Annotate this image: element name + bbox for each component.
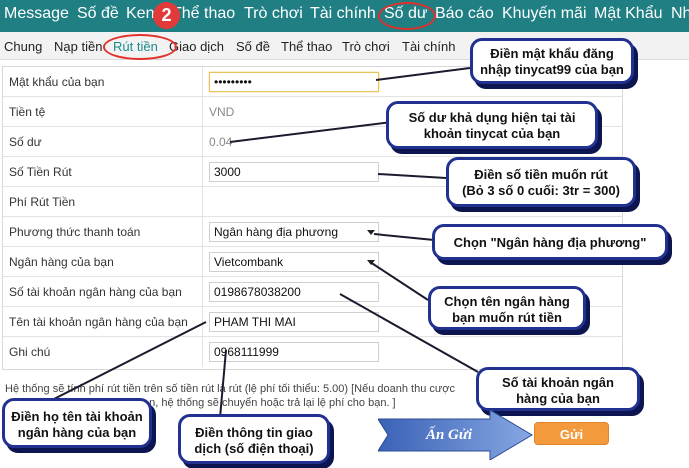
label-fee: Phí Rút Tiền — [9, 195, 76, 209]
label-note: Ghi chú — [9, 345, 51, 359]
bank-value: Vietcombank — [214, 255, 284, 269]
label-method: Phương thức thanh toán — [9, 225, 141, 239]
label-password: Mật khẩu của bạn — [9, 75, 105, 89]
subnav-the-thao[interactable]: Thể thao — [281, 39, 332, 54]
balance-value: 0.04 — [209, 135, 233, 149]
top-nav: Message Số đề Keno Thể thao Trò chơi Tài… — [0, 0, 689, 32]
callout-note: Điền thông tin giao dịch (số điện thoại) — [178, 414, 330, 464]
callout-payment-method: Chọn "Ngân hàng địa phương" — [432, 224, 668, 260]
nav-message[interactable]: Message — [4, 5, 69, 23]
nav-khuyen-mai[interactable]: Khuyến mãi — [502, 5, 587, 23]
subnav-rut-tien[interactable]: Rút tiền — [113, 39, 158, 54]
nav-tro-choi[interactable]: Trò chơi — [244, 5, 303, 23]
nav-so-de[interactable]: Số đề — [77, 5, 119, 23]
label-currency: Tiền tệ — [9, 105, 46, 119]
callout-bank: Chọn tên ngân hàng bạn muốn rút tiền — [428, 286, 586, 330]
amount-field[interactable]: 3000 — [209, 162, 379, 182]
nav-nha[interactable]: Nhà — [671, 5, 689, 23]
row-note: Ghi chú 0968111999 — [3, 337, 622, 367]
currency-value: VND — [209, 105, 235, 119]
password-field[interactable]: ••••••••• — [209, 72, 379, 92]
subnav-chung[interactable]: Chung — [4, 39, 42, 54]
step-badge: 2 — [153, 2, 180, 29]
subnav-tai-chinh[interactable]: Tài chính — [402, 39, 455, 54]
note-field[interactable]: 0968111999 — [209, 342, 379, 362]
label-account-name: Tên tài khoản ngân hàng của bạn — [9, 315, 188, 329]
an-gui-label: Ấn Gửi — [425, 427, 473, 443]
callout-amount: Điền số tiền muốn rút (Bỏ 3 số 0 cuối: 3t… — [446, 157, 636, 207]
subnav-nap-tien[interactable]: Nạp tiền — [54, 39, 102, 54]
label-bank: Ngân hàng của bạn — [9, 255, 114, 269]
label-account-no: Số tài khoản ngân hàng của bạn — [9, 285, 182, 299]
callout-password: Điền mật khẩu đăng nhập tinycat99 của bạn — [470, 38, 634, 84]
chevron-down-icon — [367, 230, 375, 235]
account-number-field[interactable]: 0198678038200 — [209, 282, 379, 302]
nav-the-thao[interactable]: Thể thao — [172, 5, 235, 23]
label-amount: Số Tiền Rút — [9, 165, 72, 179]
payment-method-select[interactable]: Ngân hàng địa phương — [209, 222, 379, 242]
account-name-field[interactable]: PHAM THI MAI — [209, 312, 379, 332]
callout-balance: Số dư khả dụng hiện tại tài khoản tinycat… — [386, 101, 598, 149]
nav-tai-chinh[interactable]: Tài chính — [310, 5, 376, 23]
subnav-giao-dich[interactable]: Giao dịch — [169, 39, 224, 54]
bank-select[interactable]: Vietcombank — [209, 252, 379, 272]
chevron-down-icon — [367, 260, 375, 265]
subnav-so-de[interactable]: Số đề — [236, 39, 270, 54]
subnav-tro-choi[interactable]: Trò chơi — [342, 39, 390, 54]
callout-account-number: Số tài khoản ngân hàng của bạn — [476, 367, 640, 411]
nav-mat-khau[interactable]: Mật Khẩu — [594, 5, 662, 23]
label-balance: Số dư — [9, 135, 42, 149]
payment-method-value: Ngân hàng địa phương — [214, 225, 338, 239]
nav-so-du[interactable]: Số dư — [384, 5, 428, 23]
submit-button[interactable]: Gửi — [534, 422, 609, 445]
callout-account-name: Điền họ tên tài khoản ngân hàng của bạn — [2, 398, 152, 448]
nav-bao-cao[interactable]: Báo cáo — [435, 5, 494, 23]
